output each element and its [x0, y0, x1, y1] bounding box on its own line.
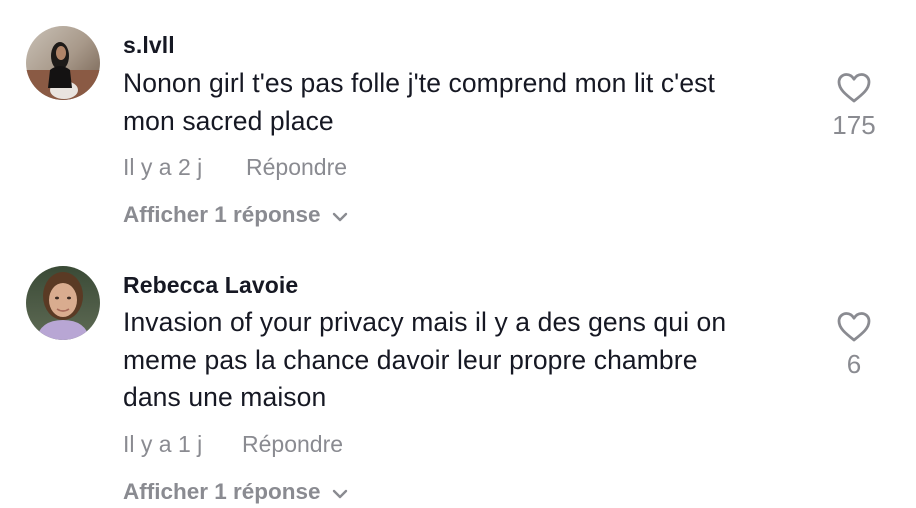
- view-replies-label: Afficher 1 réponse: [123, 478, 321, 504]
- reply-button[interactable]: Répondre: [242, 431, 343, 458]
- avatar[interactable]: [26, 266, 100, 340]
- comment-text-line: mon sacred place: [123, 105, 334, 136]
- chevron-down-icon: [331, 203, 349, 229]
- comment-text-line: Invasion of your privacy mais il y a des…: [123, 307, 727, 337]
- comment-text-line: Nonon girl t'es pas folle j'te comprend …: [123, 68, 715, 98]
- comment-meta: Il y a 1 j Répondre: [123, 431, 343, 458]
- avatar-photo: [26, 26, 100, 100]
- comment-text-line: meme pas la chance davoir leur propre ch…: [123, 344, 698, 375]
- reply-button[interactable]: Répondre: [246, 154, 347, 181]
- avatar[interactable]: [26, 26, 100, 100]
- comment-text-line: dans une maison: [123, 382, 327, 412]
- comment-username[interactable]: s.lvll: [123, 32, 175, 59]
- comment-text: Invasion of your privacy mais il y a des…: [123, 304, 813, 417]
- like-control: 175: [824, 72, 884, 141]
- view-replies-button[interactable]: Afficher 1 réponse: [123, 477, 349, 506]
- heart-outline-icon[interactable]: [836, 72, 872, 104]
- comment-username[interactable]: Rebecca Lavoie: [123, 272, 298, 299]
- comment-text: Nonon girl t'es pas folle j'te comprend …: [123, 65, 813, 140]
- comment-timestamp: Il y a 2 j: [123, 154, 203, 180]
- comment-meta: Il y a 2 j Répondre: [123, 154, 347, 181]
- avatar-photo: [26, 266, 100, 340]
- heart-outline-icon[interactable]: [836, 311, 872, 343]
- view-replies-label: Afficher 1 réponse: [123, 201, 321, 227]
- like-control: 6: [824, 311, 884, 380]
- like-count: 6: [846, 349, 862, 379]
- like-count: 175: [832, 110, 876, 140]
- chevron-down-icon: [331, 480, 349, 506]
- comment-timestamp: Il y a 1 j: [123, 431, 203, 457]
- view-replies-button[interactable]: Afficher 1 réponse: [123, 200, 349, 229]
